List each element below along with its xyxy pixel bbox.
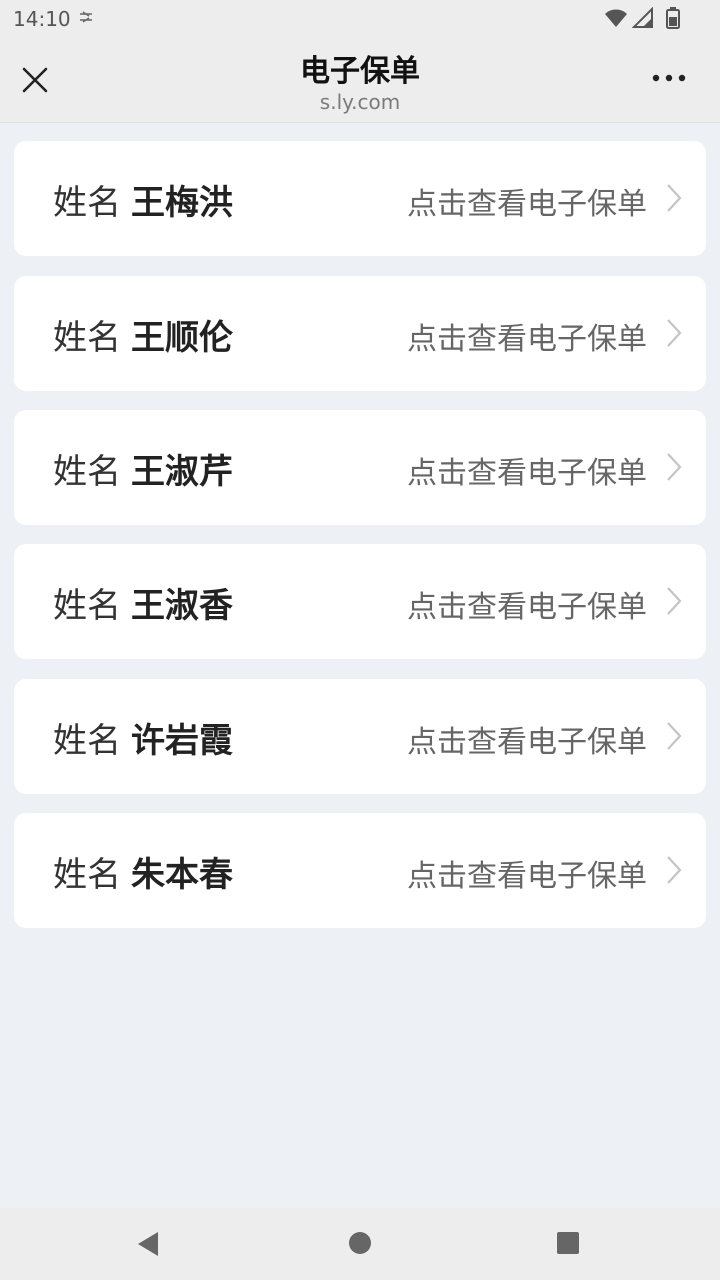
status-time: 14:10 bbox=[13, 7, 71, 31]
insured-name: 王顺伦 bbox=[131, 318, 233, 358]
signal-icon bbox=[632, 7, 653, 28]
policy-list: 姓名 王梅洪 点击查看电子保单 姓名 王顺伦 点击查看电子保单 姓名 王淑芹 点… bbox=[0, 123, 720, 1208]
navigation-bar: 电子保单 s.ly.com bbox=[0, 36, 720, 123]
insured-name: 朱本春 bbox=[131, 855, 233, 895]
policy-card[interactable]: 姓名 王淑芹 点击查看电子保单 bbox=[14, 410, 706, 525]
name-label: 姓名 bbox=[53, 586, 121, 626]
back-icon[interactable] bbox=[136, 1231, 162, 1257]
view-policy-link[interactable]: 点击查看电子保单 bbox=[407, 448, 647, 492]
name-label: 姓名 bbox=[53, 452, 121, 492]
usb-debug-icon bbox=[80, 11, 92, 23]
status-bar: 14:10 bbox=[0, 0, 720, 36]
battery-icon bbox=[666, 7, 680, 29]
view-policy-link[interactable]: 点击查看电子保单 bbox=[407, 314, 647, 358]
policy-card[interactable]: 姓名 王淑香 点击查看电子保单 bbox=[14, 544, 706, 659]
home-icon[interactable] bbox=[348, 1231, 372, 1255]
insured-name: 王淑香 bbox=[131, 586, 233, 626]
page-domain: s.ly.com bbox=[319, 90, 401, 114]
recents-icon[interactable] bbox=[556, 1231, 580, 1255]
view-policy-link[interactable]: 点击查看电子保单 bbox=[407, 851, 647, 895]
policy-card[interactable]: 姓名 朱本春 点击查看电子保单 bbox=[14, 813, 706, 928]
system-navigation-bar bbox=[0, 1208, 720, 1280]
name-label: 姓名 bbox=[53, 855, 121, 895]
view-policy-link[interactable]: 点击查看电子保单 bbox=[407, 582, 647, 626]
wifi-icon bbox=[605, 9, 627, 27]
policy-card[interactable]: 姓名 许岩霞 点击查看电子保单 bbox=[14, 679, 706, 794]
page-title: 电子保单 bbox=[300, 54, 420, 89]
more-icon[interactable] bbox=[652, 72, 686, 84]
chevron-right-icon bbox=[667, 453, 682, 481]
insured-name: 许岩霞 bbox=[131, 721, 233, 761]
chevron-right-icon bbox=[667, 856, 682, 884]
policy-card[interactable]: 姓名 王顺伦 点击查看电子保单 bbox=[14, 276, 706, 391]
chevron-right-icon bbox=[667, 319, 682, 347]
policy-card[interactable]: 姓名 王梅洪 点击查看电子保单 bbox=[14, 141, 706, 256]
insured-name: 王淑芹 bbox=[131, 452, 233, 492]
chevron-right-icon bbox=[667, 722, 682, 750]
name-label: 姓名 bbox=[53, 318, 121, 358]
insured-name: 王梅洪 bbox=[131, 183, 233, 223]
name-label: 姓名 bbox=[53, 721, 121, 761]
name-label: 姓名 bbox=[53, 183, 121, 223]
chevron-right-icon bbox=[667, 184, 682, 212]
view-policy-link[interactable]: 点击查看电子保单 bbox=[407, 717, 647, 761]
view-policy-link[interactable]: 点击查看电子保单 bbox=[407, 179, 647, 223]
chevron-right-icon bbox=[667, 587, 682, 615]
